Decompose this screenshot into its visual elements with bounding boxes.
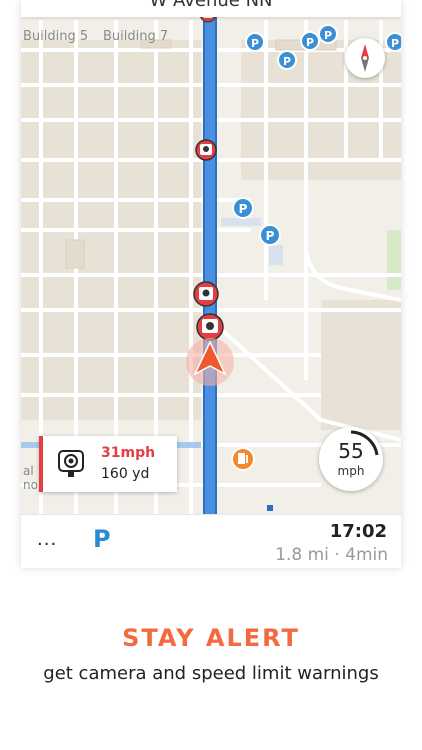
promo-headline: STAY ALERT — [122, 624, 300, 652]
current-location-icon — [186, 338, 234, 386]
remaining-distance-time: 1.8 mi · 4min — [275, 545, 388, 565]
speed-camera-icon[interactable] — [195, 139, 217, 161]
parking-icon[interactable]: P — [300, 31, 320, 51]
current-street-label: W Avenue NN — [149, 0, 273, 11]
promo-subtitle: get camera and speed limit warnings — [43, 663, 379, 684]
svg-text:P: P — [391, 37, 399, 50]
building-label: Building 7 — [103, 29, 168, 44]
compass-button[interactable] — [345, 38, 385, 78]
speed-unit-label: mph — [337, 464, 365, 478]
park-area — [387, 230, 401, 290]
svg-text:P: P — [251, 37, 259, 50]
parking-icon[interactable]: P — [385, 32, 401, 52]
camera-distance-text: 160 yd — [101, 466, 150, 482]
compass-icon — [361, 44, 369, 72]
street-label: al — [23, 464, 34, 478]
svg-text:P: P — [324, 29, 332, 42]
arrival-time: 17:02 — [329, 521, 387, 542]
navigation-bottom-bar: ... P 17:02 1.8 mi · 4min — [21, 514, 401, 568]
speed-limit-text: 31mph — [101, 445, 156, 461]
current-speed-value: 55 — [338, 439, 364, 463]
speedometer: 55 mph — [319, 427, 383, 491]
parking-icon[interactable]: P — [277, 50, 297, 70]
parking-icon[interactable]: P — [245, 32, 265, 52]
camera-warning-card[interactable]: 31mph 160 yd — [39, 436, 177, 492]
svg-text:P: P — [306, 36, 314, 49]
speed-camera-icon[interactable] — [196, 313, 224, 341]
svg-text:P: P — [266, 229, 275, 243]
street-name-bar: W Avenue NN — [21, 0, 401, 17]
svg-text:P: P — [283, 55, 291, 68]
phone-screen: Building 5 Building 7 al non P P P P P P — [21, 0, 401, 568]
building-label: Building 5 — [23, 29, 88, 44]
parking-icon[interactable]: P — [259, 224, 281, 246]
parking-button[interactable]: P — [93, 525, 111, 553]
parking-icon[interactable]: P — [232, 197, 254, 219]
parking-icon[interactable]: P — [318, 24, 338, 44]
svg-text:P: P — [239, 202, 248, 216]
fuel-station-icon[interactable] — [231, 447, 255, 471]
more-button[interactable]: ... — [37, 529, 57, 550]
speed-camera-icon[interactable] — [193, 281, 219, 307]
speed-camera-icon — [58, 450, 84, 477]
